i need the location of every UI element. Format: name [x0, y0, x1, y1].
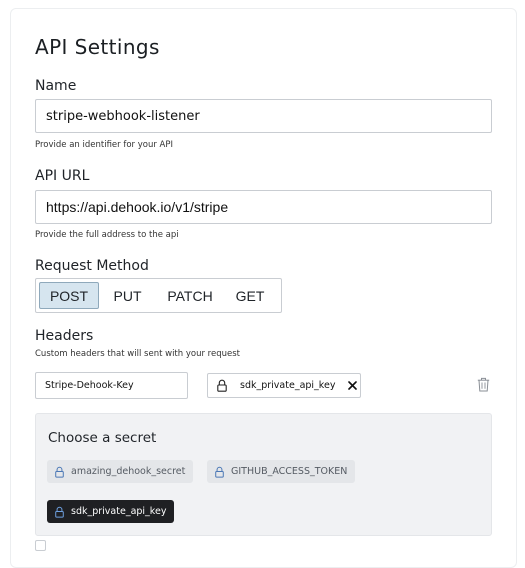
close-icon[interactable] — [348, 381, 358, 390]
secret-picker-panel: Choose a secret amazing_dehook_secret GI… — [35, 413, 492, 536]
header-key-input[interactable]: Stripe-Dehook-Key — [35, 372, 188, 399]
headers-label: Headers — [35, 328, 94, 344]
api-url-help-text: Provide the full address to the api — [35, 230, 179, 240]
api-url-input-value: https://api.dehook.io/v1/stripe — [46, 199, 229, 215]
lock-icon — [55, 506, 64, 518]
api-url-label: API URL — [35, 168, 90, 184]
lock-icon — [217, 379, 227, 392]
name-help-text: Provide an identifier for your API — [35, 140, 174, 150]
method-option-get[interactable]: GET — [224, 282, 276, 309]
name-input[interactable]: stripe-webhook-listener — [35, 99, 492, 133]
secret-option-github-access-token[interactable]: GITHUB_ACCESS_TOKEN — [207, 460, 356, 483]
header-key-value: Stripe-Dehook-Key — [45, 380, 134, 391]
request-method-segmented-control: POST PUT PATCH GET — [35, 278, 282, 313]
secret-option-amazing-dehook-secret[interactable]: amazing_dehook_secret — [47, 460, 194, 483]
name-input-value: stripe-webhook-listener — [46, 108, 200, 124]
page-title: API Settings — [35, 35, 160, 59]
method-option-patch[interactable]: PATCH — [156, 282, 224, 309]
api-settings-card: API Settings Name stripe-webhook-listene… — [10, 8, 517, 568]
secret-option-label: sdk_private_api_key — [71, 506, 167, 517]
method-option-post[interactable]: POST — [39, 282, 99, 309]
api-url-input[interactable]: https://api.dehook.io/v1/stripe — [35, 190, 492, 224]
header-value-text: sdk_private_api_key — [240, 380, 336, 391]
secret-picker-title: Choose a secret — [48, 430, 157, 446]
method-option-put[interactable]: PUT — [99, 282, 156, 309]
secret-option-label: GITHUB_ACCESS_TOKEN — [231, 466, 348, 477]
trash-icon[interactable] — [477, 377, 490, 396]
header-value-field[interactable]: sdk_private_api_key — [207, 373, 361, 398]
lock-icon — [215, 466, 224, 478]
request-method-label: Request Method — [35, 258, 149, 274]
secret-option-sdk-private-api-key[interactable]: sdk_private_api_key — [47, 500, 175, 523]
name-label: Name — [35, 78, 77, 94]
secret-option-label: amazing_dehook_secret — [71, 466, 186, 477]
lock-icon — [55, 466, 64, 478]
headers-help-text: Custom headers that will sent with your … — [35, 349, 240, 359]
